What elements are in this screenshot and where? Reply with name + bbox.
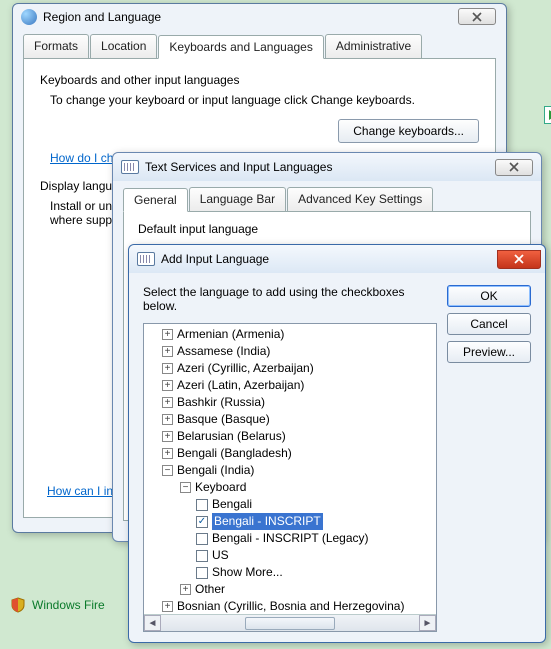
tree-item-label: Assamese (India) xyxy=(177,343,270,360)
checkbox[interactable] xyxy=(196,567,208,579)
firewall-link-fragment: Windows Fire xyxy=(10,597,105,613)
tree-item-expanded[interactable]: −Bengali (India) xyxy=(148,462,434,479)
tree-other-node[interactable]: + Other xyxy=(148,581,434,598)
expand-toggle[interactable]: + xyxy=(162,397,173,408)
window-title: Text Services and Input Languages xyxy=(145,160,495,174)
tree-keyboard-item[interactable]: US xyxy=(148,547,434,564)
tree-item-label: Bosnian (Cyrillic, Bosnia and Herzegovin… xyxy=(177,598,404,615)
expand-toggle[interactable]: + xyxy=(162,346,173,357)
checkbox[interactable] xyxy=(196,550,208,562)
tree-item[interactable]: + Belarusian (Belarus) xyxy=(148,428,434,445)
tree-item-label: Show More... xyxy=(212,564,283,581)
tab-keyboards-languages[interactable]: Keyboards and Languages xyxy=(158,35,323,59)
tree-item[interactable]: + Azeri (Cyrillic, Azerbaijan) xyxy=(148,360,434,377)
tree-item-label: Other xyxy=(195,581,225,598)
expand-toggle[interactable]: + xyxy=(162,414,173,425)
autoplay-icon xyxy=(544,106,551,124)
tab-location[interactable]: Location xyxy=(90,34,157,58)
shield-icon xyxy=(10,597,26,613)
tree-item-label: US xyxy=(212,547,229,564)
checkbox[interactable] xyxy=(196,499,208,511)
default-input-language-label: Default input language xyxy=(138,222,516,236)
titlebar[interactable]: Add Input Language xyxy=(129,245,545,273)
tree-keyboard-node[interactable]: −Keyboard xyxy=(148,479,434,496)
tab-language-bar[interactable]: Language Bar xyxy=(189,187,286,211)
checkbox[interactable] xyxy=(196,516,208,528)
globe-icon xyxy=(21,9,37,25)
expand-toggle[interactable]: + xyxy=(162,431,173,442)
scroll-thumb[interactable] xyxy=(245,617,335,630)
language-tree[interactable]: + Armenian (Armenia) + Assamese (India) + Aze… xyxy=(143,323,437,632)
tabstrip: General Language Bar Advanced Key Settin… xyxy=(123,187,531,211)
expand-toggle[interactable]: + xyxy=(162,329,173,340)
keyboard-icon xyxy=(137,252,155,266)
keyboards-section-desc: To change your keyboard or input languag… xyxy=(50,93,479,107)
keyboards-section-label: Keyboards and other input languages xyxy=(40,73,479,87)
tab-administrative[interactable]: Administrative xyxy=(325,34,422,58)
tree-item-label: Keyboard xyxy=(195,479,246,496)
close-button[interactable] xyxy=(495,159,533,176)
tree-item-label: Basque (Basque) xyxy=(177,411,270,428)
firewall-label: Windows Fire xyxy=(32,598,105,612)
tree-item-label: Bengali (Bangladesh) xyxy=(177,445,292,462)
tree-item-label: Armenian (Armenia) xyxy=(177,326,284,343)
cancel-button[interactable]: Cancel xyxy=(447,313,531,335)
preview-button[interactable]: Preview... xyxy=(447,341,531,363)
tree-item-label: Azeri (Cyrillic, Azerbaijan) xyxy=(177,360,314,377)
tree-item-label: Belarusian (Belarus) xyxy=(177,428,286,445)
tree-keyboard-item[interactable]: Show More... xyxy=(148,564,434,581)
how-change-link[interactable]: How do I cha xyxy=(50,151,120,165)
tree-keyboard-item[interactable]: Bengali - INSCRIPT xyxy=(148,513,434,530)
tab-formats[interactable]: Formats xyxy=(23,34,89,58)
ok-button[interactable]: OK xyxy=(447,285,531,307)
tree-item-label: Bengali (India) xyxy=(177,462,254,479)
tree-item[interactable]: + Basque (Basque) xyxy=(148,411,434,428)
expand-toggle[interactable]: + xyxy=(162,363,173,374)
expand-toggle[interactable]: + xyxy=(162,448,173,459)
close-button[interactable] xyxy=(458,8,496,25)
close-button[interactable] xyxy=(497,250,541,269)
expand-toggle[interactable]: + xyxy=(180,584,191,595)
tab-advanced-key[interactable]: Advanced Key Settings xyxy=(287,187,433,211)
tree-item[interactable]: + Armenian (Armenia) xyxy=(148,326,434,343)
expand-toggle[interactable]: + xyxy=(162,601,173,612)
add-input-language-window: Add Input Language Select the language t… xyxy=(128,244,546,643)
checkbox[interactable] xyxy=(196,533,208,545)
window-title: Add Input Language xyxy=(161,252,497,266)
expand-toggle[interactable]: − xyxy=(180,482,191,493)
tree-item-label: Bengali - INSCRIPT xyxy=(212,513,323,530)
expand-toggle[interactable]: − xyxy=(162,465,173,476)
change-keyboards-button[interactable]: Change keyboards... xyxy=(338,119,479,143)
tree-item-label: Azeri (Latin, Azerbaijan) xyxy=(177,377,304,394)
tree-item-label: Bashkir (Russia) xyxy=(177,394,265,411)
tab-general[interactable]: General xyxy=(123,188,188,212)
tree-item[interactable]: + Bashkir (Russia) xyxy=(148,394,434,411)
tree-item[interactable]: + Assamese (India) xyxy=(148,343,434,360)
tree-keyboard-item[interactable]: Bengali xyxy=(148,496,434,513)
expand-toggle[interactable]: + xyxy=(162,380,173,391)
tree-item[interactable]: + Bosnian (Cyrillic, Bosnia and Herzegovi… xyxy=(148,598,434,615)
window-title: Region and Language xyxy=(43,10,498,24)
tree-keyboard-item[interactable]: Bengali - INSCRIPT (Legacy) xyxy=(148,530,434,547)
tree-item[interactable]: + Azeri (Latin, Azerbaijan) xyxy=(148,377,434,394)
instruction-text: Select the language to add using the che… xyxy=(143,285,437,313)
scroll-right-arrow[interactable]: ► xyxy=(419,615,436,631)
tree-item-label: Bengali xyxy=(212,496,252,513)
tree-item-label: Bengali - INSCRIPT (Legacy) xyxy=(212,530,369,547)
horizontal-scrollbar[interactable]: ◄ ► xyxy=(144,614,436,631)
scroll-left-arrow[interactable]: ◄ xyxy=(144,615,161,631)
keyboard-icon xyxy=(121,160,139,174)
titlebar[interactable]: Region and Language xyxy=(13,4,506,30)
tabstrip: Formats Location Keyboards and Languages… xyxy=(23,34,496,58)
titlebar[interactable]: Text Services and Input Languages xyxy=(113,153,541,181)
tree-item[interactable]: + Bengali (Bangladesh) xyxy=(148,445,434,462)
autoplay-link-fragment: AutoP xyxy=(544,106,551,124)
